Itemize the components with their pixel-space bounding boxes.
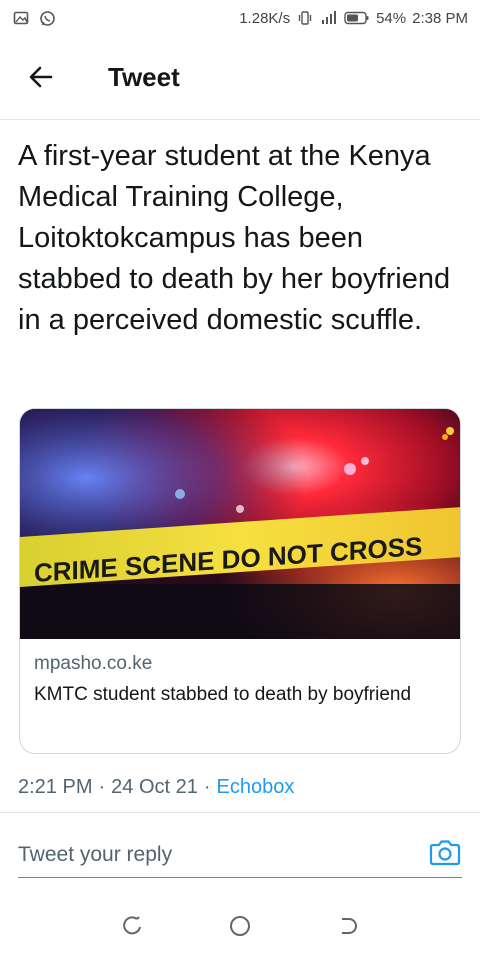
reply-input[interactable] bbox=[18, 842, 398, 867]
nav-back-icon bbox=[336, 915, 358, 942]
signal-icon bbox=[320, 9, 338, 27]
status-bar: 1.28K/s 54% 2:38 PM bbox=[0, 0, 480, 36]
status-right: 1.28K/s 54% 2:38 PM bbox=[239, 9, 468, 27]
divider bbox=[0, 812, 480, 813]
reply-bar bbox=[18, 832, 462, 878]
tweet-meta: 2:21 PM · 24 Oct 21 · Echobox bbox=[18, 776, 294, 799]
recent-apps-icon bbox=[122, 915, 144, 942]
camera-icon bbox=[429, 837, 461, 872]
recent-apps-button[interactable] bbox=[118, 913, 148, 943]
card-title: KMTC student stabbed to death by boyfrie… bbox=[34, 684, 412, 705]
battery-percent: 54% bbox=[376, 9, 407, 27]
status-left bbox=[12, 9, 56, 27]
arrow-left-icon bbox=[27, 63, 55, 96]
system-nav-bar bbox=[0, 896, 480, 960]
gallery-notification-icon bbox=[12, 9, 30, 27]
tweet-time: 2:21 PM bbox=[18, 776, 93, 798]
card-image: CRIME SCENE DO NOT CROSS bbox=[20, 409, 460, 639]
tweet-text: A first-year student at the Kenya Medica… bbox=[18, 140, 451, 336]
nav-back-button[interactable] bbox=[332, 913, 362, 943]
home-circle-icon bbox=[228, 914, 252, 943]
battery-icon bbox=[344, 9, 370, 27]
clock: 2:38 PM bbox=[412, 9, 468, 27]
card-domain: mpasho.co.ke bbox=[34, 653, 153, 674]
card-body: mpasho.co.ke KMTC student stabbed to dea… bbox=[20, 639, 460, 709]
page-title: Tweet bbox=[108, 62, 180, 92]
back-button[interactable] bbox=[24, 62, 58, 96]
tweet-date: 24 Oct 21 bbox=[111, 776, 198, 798]
network-speed: 1.28K/s bbox=[239, 9, 291, 27]
link-card[interactable]: CRIME SCENE DO NOT CROSS mpasho.co.ke KM… bbox=[19, 408, 461, 754]
app-header: Tweet bbox=[0, 36, 480, 120]
tweet-source-link[interactable]: Echobox bbox=[217, 776, 295, 799]
camera-button[interactable] bbox=[428, 838, 462, 872]
meta-separator: · bbox=[203, 776, 211, 798]
meta-separator: · bbox=[98, 776, 106, 798]
vibrate-icon bbox=[296, 9, 314, 27]
home-button[interactable] bbox=[225, 913, 255, 943]
whatsapp-notification-icon bbox=[38, 9, 56, 27]
